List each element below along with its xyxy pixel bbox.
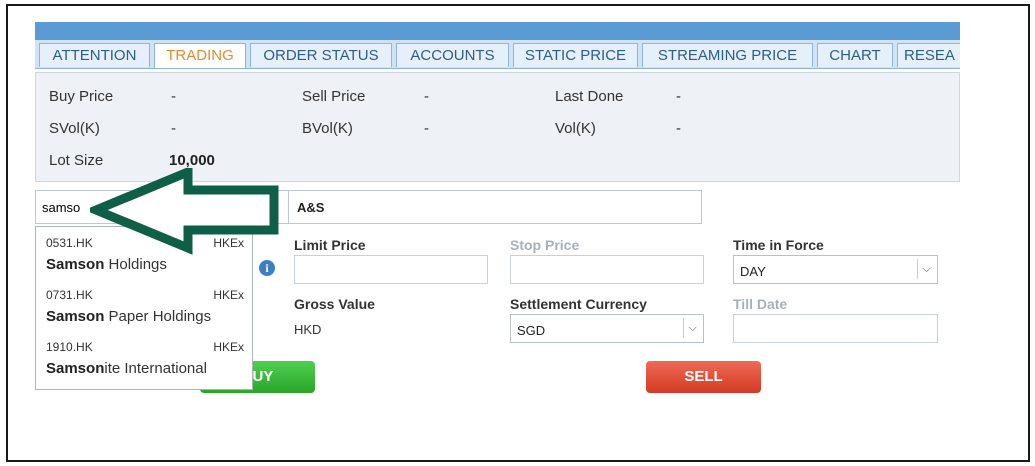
- suggestion-exchange: HKEx: [213, 340, 244, 354]
- vol-value: -: [676, 120, 681, 137]
- vol-label: Vol(K): [555, 120, 596, 137]
- suggestion-code: 0731.HK: [46, 288, 93, 302]
- svol-label: SVol(K): [49, 120, 100, 137]
- tab-accounts[interactable]: ACCOUNTS: [396, 43, 509, 67]
- tab-research[interactable]: RESEA: [897, 43, 960, 67]
- suggestion-rest: ite International: [104, 360, 207, 377]
- suggestion-code: 1910.HK: [46, 340, 93, 354]
- chevron-down-icon: ⌵: [683, 318, 701, 338]
- suggestion-exchange: HKEx: [213, 288, 244, 302]
- tab-attention[interactable]: ATTENTION: [39, 43, 150, 67]
- lot-size-label: Lot Size: [49, 152, 104, 169]
- settlement-currency-label: Settlement Currency: [510, 296, 647, 312]
- time-in-force-value: DAY: [740, 264, 766, 279]
- tab-bar: ATTENTION TRADING ORDER STATUS ACCOUNTS …: [35, 40, 960, 69]
- tab-order-status[interactable]: ORDER STATUS: [250, 43, 392, 67]
- tab-trading[interactable]: TRADING: [154, 43, 246, 68]
- last-done-label: Last Done: [555, 88, 624, 105]
- svol-value: -: [171, 120, 176, 137]
- till-date-label: Till Date: [733, 296, 788, 312]
- sell-price-label: Sell Price: [302, 88, 366, 105]
- till-date-input[interactable]: [733, 314, 938, 343]
- buy-price-value: -: [171, 88, 176, 105]
- stop-price-input[interactable]: [510, 255, 704, 284]
- top-bar: [35, 22, 960, 40]
- gross-value-label: Gross Value: [294, 296, 375, 312]
- suggestion-match: Samson: [46, 308, 105, 325]
- bvol-value: -: [424, 120, 429, 137]
- chevron-down-icon: ⌵: [917, 259, 935, 279]
- suggestion-name: Samsonite International: [46, 360, 207, 377]
- buy-price-label: Buy Price: [49, 88, 114, 105]
- quote-panel: Buy Price - Sell Price - Last Done - SVo…: [35, 72, 960, 182]
- tab-chart[interactable]: CHART: [817, 43, 893, 67]
- suggestion-rest: Paper Holdings: [104, 308, 212, 325]
- tab-static-price[interactable]: STATIC PRICE: [513, 43, 638, 67]
- limit-price-label: Limit Price: [294, 237, 366, 253]
- time-in-force-select[interactable]: DAY ⌵: [733, 255, 938, 284]
- suggestion-item[interactable]: 0731.HK HKEx Samson Paper Holdings: [36, 279, 252, 331]
- stock-name-field: A&S: [288, 190, 702, 224]
- settlement-currency-value: SGD: [517, 323, 546, 338]
- lot-size-value: 10,000: [169, 152, 215, 169]
- time-in-force-label: Time in Force: [733, 237, 824, 253]
- suggestion-item[interactable]: 1910.HK HKEx Samsonite International: [36, 331, 252, 383]
- limit-price-input[interactable]: [294, 255, 488, 284]
- stop-price-label: Stop Price: [510, 237, 580, 253]
- suggestion-match: Samson: [46, 360, 105, 377]
- gross-value-currency: HKD: [294, 322, 322, 337]
- bvol-label: BVol(K): [302, 120, 353, 137]
- last-done-value: -: [676, 88, 681, 105]
- sell-price-value: -: [424, 88, 429, 105]
- sell-button[interactable]: SELL: [646, 361, 761, 393]
- settlement-currency-select[interactable]: SGD ⌵: [510, 314, 704, 343]
- left-arrow-annotation: [90, 168, 279, 255]
- tab-streaming-price[interactable]: STREAMING PRICE: [642, 43, 813, 67]
- suggestion-code: 0531.HK: [46, 236, 93, 250]
- suggestion-name: Samson Paper Holdings: [46, 308, 211, 325]
